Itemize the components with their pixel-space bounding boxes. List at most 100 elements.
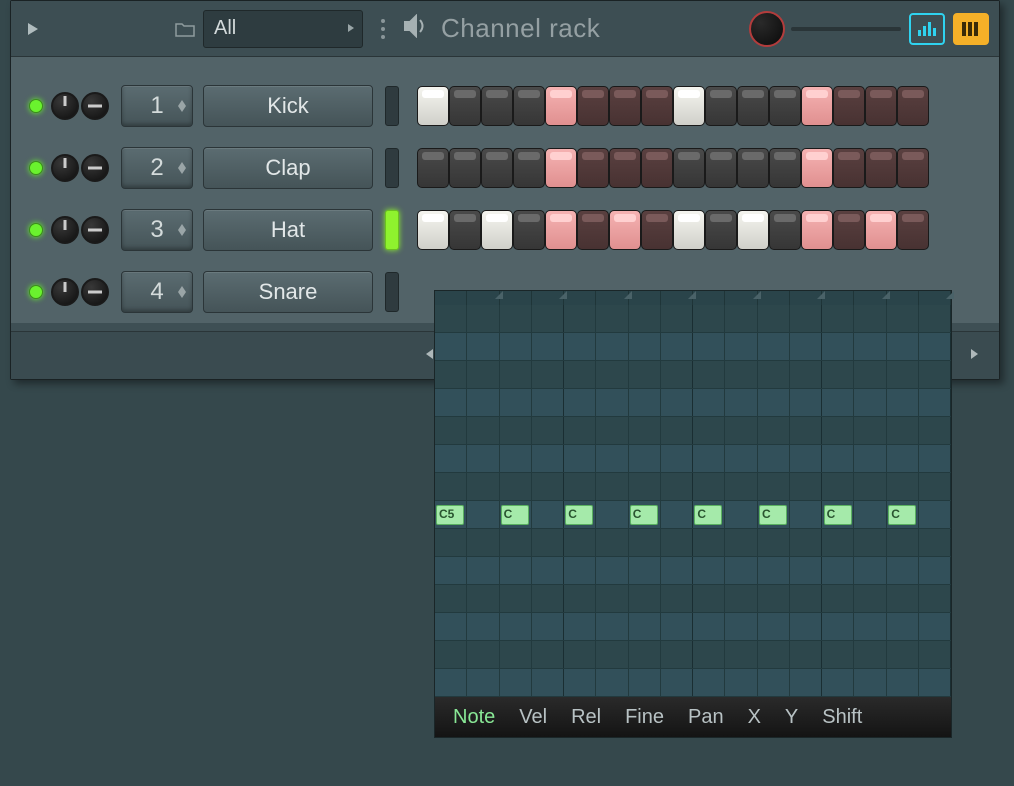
channel-pan-knob[interactable] xyxy=(51,278,79,306)
channel-pan-knob[interactable] xyxy=(51,154,79,182)
step-button[interactable] xyxy=(897,86,929,126)
channel-vol-knob[interactable] xyxy=(81,92,109,120)
step-button[interactable] xyxy=(673,148,705,188)
step-button[interactable] xyxy=(705,148,737,188)
piano-row[interactable] xyxy=(435,333,951,361)
graph-tab-note[interactable]: Note xyxy=(443,702,505,733)
keyboard-editor-toggle[interactable] xyxy=(953,13,989,45)
note-block[interactable]: C5 xyxy=(436,505,464,525)
channel-name-button[interactable]: Snare xyxy=(203,271,373,313)
step-button[interactable] xyxy=(481,148,513,188)
channel-vol-knob[interactable] xyxy=(81,216,109,244)
step-button[interactable] xyxy=(705,210,737,250)
channel-pan-knob[interactable] xyxy=(51,216,79,244)
step-button[interactable] xyxy=(513,148,545,188)
step-button[interactable] xyxy=(801,148,833,188)
step-button[interactable] xyxy=(897,148,929,188)
step-button[interactable] xyxy=(545,148,577,188)
step-button[interactable] xyxy=(865,210,897,250)
step-button[interactable] xyxy=(801,210,833,250)
channel-select-bar[interactable] xyxy=(385,272,399,312)
step-button[interactable] xyxy=(481,210,513,250)
step-button[interactable] xyxy=(801,86,833,126)
step-button[interactable] xyxy=(865,86,897,126)
step-button[interactable] xyxy=(737,148,769,188)
graph-tab-x[interactable]: X xyxy=(738,702,771,733)
channel-pan-knob[interactable] xyxy=(51,92,79,120)
step-button[interactable] xyxy=(833,148,865,188)
channel-select-bar[interactable] xyxy=(385,210,399,250)
step-button[interactable] xyxy=(769,210,801,250)
note-block[interactable]: C xyxy=(694,505,722,525)
piano-row[interactable] xyxy=(435,585,951,613)
step-button[interactable] xyxy=(417,86,449,126)
step-button[interactable] xyxy=(481,86,513,126)
step-button[interactable] xyxy=(897,210,929,250)
note-block[interactable]: C xyxy=(630,505,658,525)
channel-select-bar[interactable] xyxy=(385,148,399,188)
graph-tab-shift[interactable]: Shift xyxy=(812,702,872,733)
swing-slider[interactable] xyxy=(791,27,901,31)
channel-number[interactable]: 2 xyxy=(121,147,193,189)
step-button[interactable] xyxy=(833,86,865,126)
folder-icon[interactable] xyxy=(175,19,195,39)
speaker-icon[interactable] xyxy=(403,14,431,43)
step-button[interactable] xyxy=(513,210,545,250)
step-button[interactable] xyxy=(577,148,609,188)
step-button[interactable] xyxy=(705,86,737,126)
step-button[interactable] xyxy=(577,210,609,250)
piano-row[interactable] xyxy=(435,361,951,389)
swing-knob[interactable] xyxy=(749,11,785,47)
piano-row[interactable] xyxy=(435,529,951,557)
step-button[interactable] xyxy=(513,86,545,126)
step-button[interactable] xyxy=(449,148,481,188)
graph-tab-y[interactable]: Y xyxy=(775,702,808,733)
step-button[interactable] xyxy=(673,86,705,126)
step-button[interactable] xyxy=(417,148,449,188)
note-block[interactable]: C xyxy=(824,505,852,525)
graph-tab-vel[interactable]: Vel xyxy=(509,702,557,733)
channel-number[interactable]: 4 xyxy=(121,271,193,313)
piano-row[interactable] xyxy=(435,641,951,669)
step-button[interactable] xyxy=(737,86,769,126)
channel-mute-led[interactable] xyxy=(29,285,43,299)
step-button[interactable] xyxy=(545,210,577,250)
note-block[interactable]: C xyxy=(565,505,593,525)
piano-row[interactable] xyxy=(435,473,951,501)
piano-row[interactable] xyxy=(435,417,951,445)
note-block[interactable]: C xyxy=(888,505,916,525)
options-menu-icon[interactable] xyxy=(381,19,385,39)
step-button[interactable] xyxy=(641,86,673,126)
graph-tab-rel[interactable]: Rel xyxy=(561,702,611,733)
channel-number[interactable]: 1 xyxy=(121,85,193,127)
graph-tab-pan[interactable]: Pan xyxy=(678,702,734,733)
piano-row[interactable] xyxy=(435,557,951,585)
channel-mute-led[interactable] xyxy=(29,223,43,237)
step-button[interactable] xyxy=(833,210,865,250)
channel-select-bar[interactable] xyxy=(385,86,399,126)
step-button[interactable] xyxy=(769,86,801,126)
channel-vol-knob[interactable] xyxy=(81,154,109,182)
step-button[interactable] xyxy=(673,210,705,250)
channel-vol-knob[interactable] xyxy=(81,278,109,306)
channel-mute-led[interactable] xyxy=(29,161,43,175)
note-block[interactable]: C xyxy=(759,505,787,525)
channel-name-button[interactable]: Clap xyxy=(203,147,373,189)
channel-name-button[interactable]: Hat xyxy=(203,209,373,251)
step-button[interactable] xyxy=(641,148,673,188)
piano-row[interactable] xyxy=(435,305,951,333)
step-button[interactable] xyxy=(449,210,481,250)
channel-filter-dropdown[interactable]: All xyxy=(203,10,363,48)
piano-grid[interactable]: C5CCCCCCC xyxy=(435,305,951,697)
step-button[interactable] xyxy=(449,86,481,126)
piano-row[interactable] xyxy=(435,613,951,641)
step-button[interactable] xyxy=(609,210,641,250)
piano-row[interactable] xyxy=(435,389,951,417)
step-button[interactable] xyxy=(609,148,641,188)
piano-row[interactable]: C5CCCCCCC xyxy=(435,501,951,529)
piano-row[interactable] xyxy=(435,445,951,473)
step-button[interactable] xyxy=(641,210,673,250)
graph-editor-toggle[interactable] xyxy=(909,13,945,45)
channel-number[interactable]: 3 xyxy=(121,209,193,251)
step-button[interactable] xyxy=(865,148,897,188)
